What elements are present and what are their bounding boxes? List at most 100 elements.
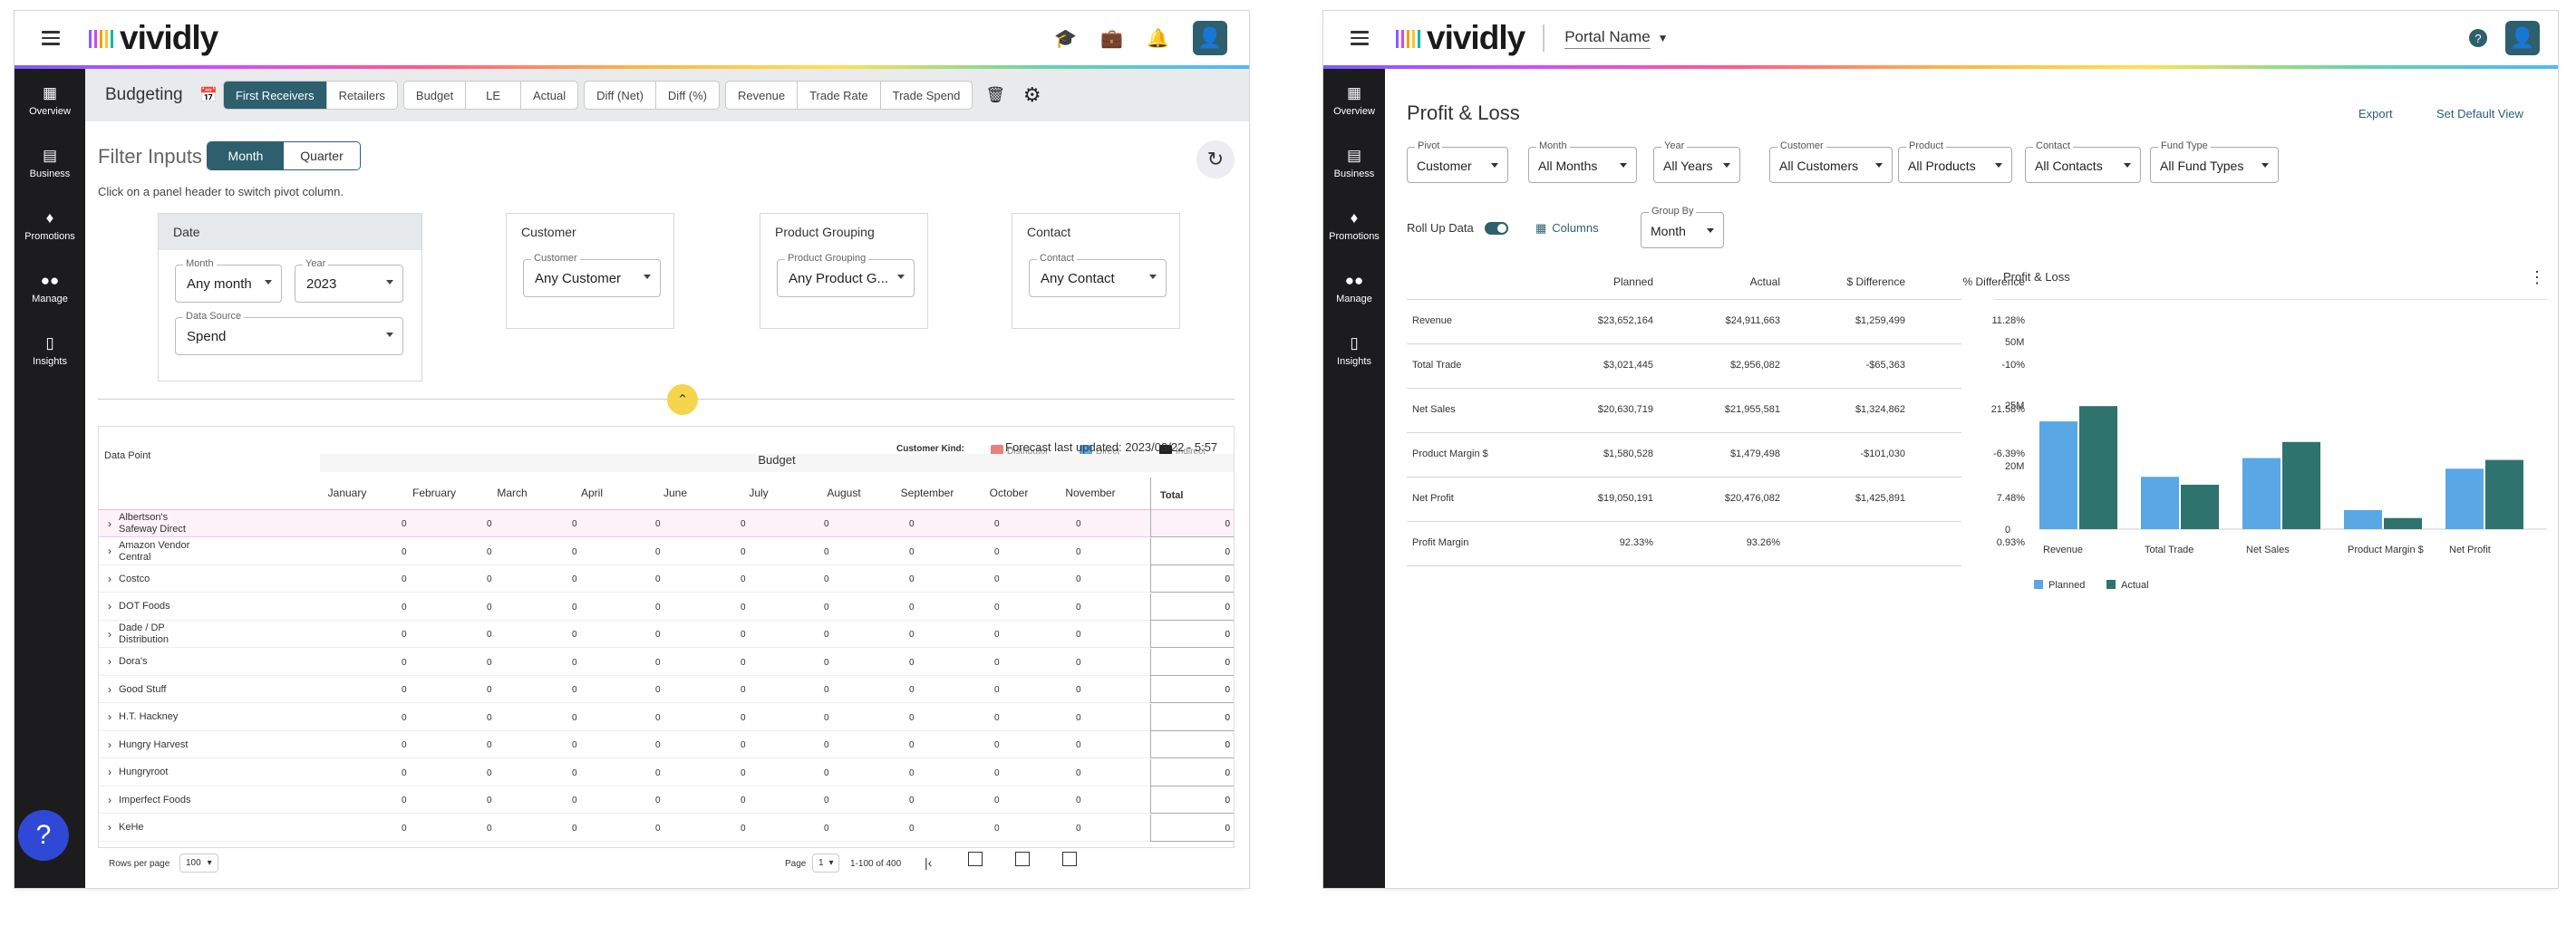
total-cell[interactable]: 0 (1150, 676, 1234, 703)
table-cell[interactable]: $1,259,499 (1778, 315, 1905, 326)
table-cell[interactable]: 0 (824, 740, 829, 750)
table-cell[interactable]: 0 (1076, 547, 1081, 557)
avatar[interactable]: 👤 (1193, 21, 1227, 55)
table-cell[interactable]: 0 (741, 824, 746, 834)
table-cell[interactable]: 0 (741, 740, 746, 750)
total-cell[interactable]: 0 (1150, 814, 1234, 842)
bar-actual[interactable] (2181, 485, 2219, 529)
help-button[interactable]: ? (18, 810, 69, 861)
table-cell[interactable]: 0 (909, 603, 915, 613)
graduation-cap-icon[interactable]: 🎓 (1054, 27, 1077, 50)
app-logo[interactable]: vividly (89, 19, 218, 57)
month-header[interactable]: October (990, 487, 1029, 499)
table-cell[interactable]: 0 (824, 519, 829, 529)
total-cell[interactable]: 0 (1150, 731, 1234, 758)
table-cell[interactable]: 0 (572, 685, 577, 695)
sidebar-item-manage[interactable]: ●● Manage (15, 256, 85, 319)
table-cell[interactable]: 0 (572, 574, 577, 584)
tab-retailers[interactable]: Retailers (327, 82, 397, 109)
table-cell[interactable]: 0 (1076, 658, 1081, 668)
bell-icon[interactable]: 🔔 (1147, 27, 1169, 50)
sidebar-item-promotions[interactable]: ♦ Promotions (1323, 194, 1385, 256)
table-cell[interactable]: 0 (824, 768, 829, 778)
chevron-right-icon[interactable]: › (108, 738, 111, 751)
table-row[interactable]: › DOT Foods 0 0 0 0 0 0 0 0 0 0 (99, 593, 1234, 621)
table-cell[interactable]: 0 (572, 740, 577, 750)
table-cell[interactable]: 0 (487, 713, 492, 723)
sidebar-item-insights[interactable]: ▯ Insights (1323, 319, 1385, 381)
table-cell[interactable]: 0 (741, 658, 746, 668)
table-cell[interactable]: 0 (909, 768, 915, 778)
tab-budget[interactable]: Budget (404, 82, 467, 109)
total-cell[interactable]: 0 (1150, 648, 1234, 676)
bar-planned[interactable] (2344, 510, 2382, 529)
month-header[interactable]: November (1065, 487, 1115, 499)
calendar-icon[interactable]: 📅 (199, 86, 218, 104)
table-cell[interactable]: 0 (402, 740, 407, 750)
table-cell[interactable]: 0 (1076, 603, 1081, 613)
table-row[interactable]: › Dora's 0 0 0 0 0 0 0 0 0 0 (99, 648, 1234, 676)
panel-header[interactable]: Customer (507, 214, 673, 250)
table-row[interactable]: › H.T. Hackney 0 0 0 0 0 0 0 0 0 0 (99, 703, 1234, 731)
month-select[interactable]: Month Any month (175, 258, 282, 303)
avatar[interactable]: 👤 (2505, 21, 2540, 55)
table-cell[interactable]: 0 (741, 519, 746, 529)
table-cell[interactable]: 0 (824, 796, 829, 805)
table-cell[interactable]: 0 (1076, 519, 1081, 529)
bar-planned[interactable] (2039, 421, 2077, 529)
sidebar-item-promotions[interactable]: ♦ Promotions (15, 194, 85, 256)
table-cell[interactable]: 0 (909, 713, 915, 723)
column-header[interactable]: Actual (1653, 275, 1780, 288)
bar-planned[interactable] (2445, 468, 2484, 529)
total-cell[interactable]: 0 (1150, 621, 1234, 648)
filter-fund-type-select[interactable]: Fund Type All Fund Types (2150, 140, 2279, 183)
table-cell[interactable]: 0 (741, 768, 746, 778)
table-cell[interactable]: 0 (655, 713, 661, 723)
table-cell[interactable]: $1,425,891 (1778, 493, 1905, 504)
contact-panel[interactable]: Contact Contact Any Contact (1012, 213, 1180, 329)
chevron-right-icon[interactable]: › (108, 683, 111, 696)
table-cell[interactable]: 0 (487, 685, 492, 695)
product-grouping-select[interactable]: Product Grouping Any Product G... (777, 253, 915, 297)
table-cell[interactable]: $1,580,528 (1526, 449, 1653, 459)
first-page-icon[interactable]: |‹ (925, 855, 932, 870)
table-cell[interactable]: 0 (909, 685, 915, 695)
table-cell[interactable]: 0 (741, 630, 746, 640)
table-cell[interactable]: 0 (1076, 713, 1081, 723)
customer-select[interactable]: Customer Any Customer (523, 253, 661, 297)
table-cell[interactable]: $21,955,581 (1653, 404, 1780, 415)
data-source-select[interactable]: Data Source Spend (175, 311, 403, 355)
table-cell[interactable]: 0 (572, 603, 577, 613)
table-cell[interactable]: 0 (824, 685, 829, 695)
table-cell[interactable]: 0 (824, 547, 829, 557)
table-cell[interactable]: 0 (1076, 768, 1081, 778)
table-cell[interactable]: 0 (402, 768, 407, 778)
briefcase-icon[interactable]: 💼 (1100, 27, 1123, 50)
tab-diff-net[interactable]: Diff (Net) (585, 82, 656, 109)
table-cell[interactable]: 0 (655, 603, 661, 613)
table-cell[interactable]: 0 (655, 519, 661, 529)
table-cell[interactable]: 0 (824, 603, 829, 613)
chevron-right-icon[interactable]: › (108, 517, 111, 530)
table-cell[interactable]: 0 (741, 796, 746, 805)
chevron-up-icon[interactable]: ⌃ (667, 384, 698, 415)
app-logo[interactable]: vividly (1396, 19, 1525, 57)
bar-planned[interactable] (2141, 477, 2179, 529)
gear-icon[interactable]: ⚙ (1023, 83, 1041, 107)
table-cell[interactable]: 0 (1076, 685, 1081, 695)
table-cell[interactable]: 92.33% (1526, 537, 1653, 548)
table-cell[interactable]: 0 (909, 574, 915, 584)
table-cell[interactable]: 0 (487, 824, 492, 834)
table-cell[interactable]: 0 (487, 796, 492, 805)
filter-product-select[interactable]: Product All Products (1898, 140, 2012, 183)
table-cell[interactable]: 0 (402, 603, 407, 613)
tab-month[interactable]: Month (208, 142, 284, 169)
table-cell[interactable]: $24,911,663 (1653, 315, 1780, 326)
table-cell[interactable]: 0 (655, 685, 661, 695)
total-cell[interactable]: 0 (1150, 786, 1234, 814)
table-cell[interactable]: 0 (402, 824, 407, 834)
table-cell[interactable]: 0 (741, 685, 746, 695)
legend-label[interactable]: Actual (2121, 580, 2149, 591)
table-cell[interactable]: 0 (655, 630, 661, 640)
table-cell[interactable]: 0 (994, 796, 1000, 805)
